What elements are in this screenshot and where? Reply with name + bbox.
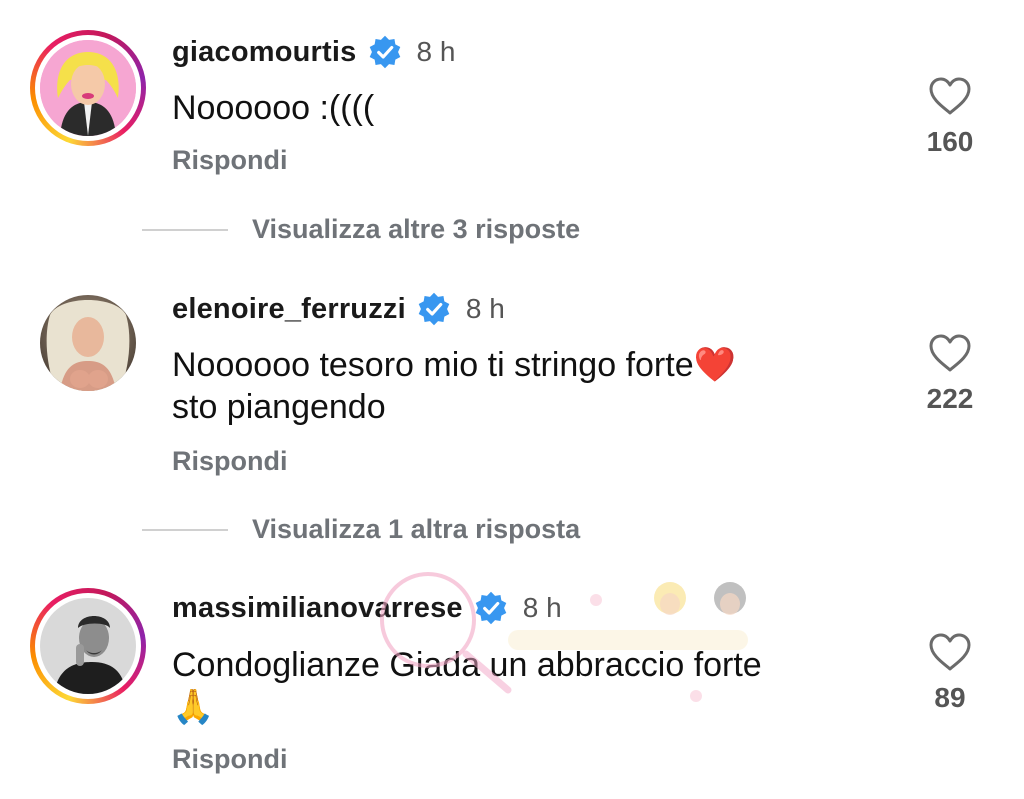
reply-button[interactable]: Rispondi <box>172 446 288 477</box>
divider-line <box>142 228 228 231</box>
comment-text: Condoglianze Giada un abbraccio forte 🙏 <box>172 644 872 728</box>
divider-line <box>142 528 228 531</box>
like-count: 89 <box>934 682 966 713</box>
heart-outline-icon[interactable] <box>920 333 980 373</box>
comment-text-line: 🙏 <box>172 688 215 726</box>
like-button[interactable]: 160 <box>920 76 980 158</box>
view-more-replies[interactable]: Visualizza 1 altra risposta <box>142 514 580 545</box>
story-ring[interactable] <box>30 588 146 704</box>
timestamp: 8 h <box>416 36 456 67</box>
verified-badge-icon <box>473 590 509 626</box>
view-more-label[interactable]: Visualizza 1 altra risposta <box>252 514 580 545</box>
like-count: 222 <box>926 383 974 414</box>
like-button[interactable]: 89 <box>920 632 980 714</box>
reply-button[interactable]: Rispondi <box>172 145 288 176</box>
story-ring[interactable] <box>30 30 146 146</box>
comment-text-line: sto piangendo <box>172 388 386 426</box>
verified-badge-icon <box>367 34 403 70</box>
reply-button[interactable]: Rispondi <box>172 744 288 775</box>
timestamp: 8 h <box>522 592 562 623</box>
avatar[interactable] <box>40 40 136 136</box>
view-more-replies[interactable]: Visualizza altre 3 risposte <box>142 214 580 245</box>
like-count: 160 <box>926 126 974 157</box>
like-button[interactable]: 222 <box>920 333 980 415</box>
comment-text-line: Noooooo tesoro mio ti stringo forte❤️ <box>172 346 736 384</box>
timestamp: 8 h <box>465 293 505 324</box>
username[interactable]: massimilianovarrese <box>172 592 463 625</box>
comment-text: Noooooo tesoro mio ti stringo forte❤️ st… <box>172 344 872 428</box>
comment-text: Noooooo :(((( <box>172 89 375 127</box>
username[interactable]: giacomourtis <box>172 36 357 69</box>
heart-outline-icon[interactable] <box>920 632 980 672</box>
view-more-label[interactable]: Visualizza altre 3 risposte <box>252 214 580 245</box>
comment-header: giacomourtis 8 h <box>172 34 455 70</box>
avatar[interactable] <box>40 295 136 391</box>
verified-badge-icon <box>416 291 452 327</box>
comment-header: elenoire_ferruzzi 8 h <box>172 291 505 327</box>
comment-text-line: Condoglianze Giada un abbraccio forte <box>172 646 762 684</box>
avatar[interactable] <box>40 598 136 694</box>
comment-header: massimilianovarrese 8 h <box>172 590 562 626</box>
heart-outline-icon[interactable] <box>920 76 980 116</box>
username[interactable]: elenoire_ferruzzi <box>172 293 406 326</box>
